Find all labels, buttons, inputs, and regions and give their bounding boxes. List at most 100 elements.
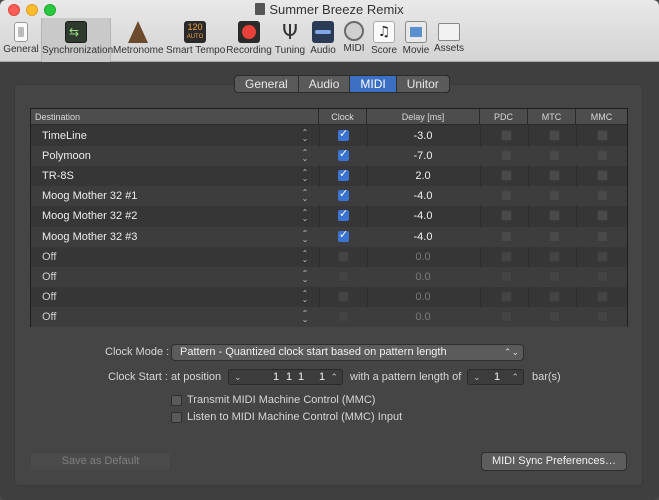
pdc-checkbox[interactable] [501, 310, 512, 322]
destination-popup[interactable]: Moog Mother 32 #2 [42, 206, 137, 226]
destination-arrows-icon[interactable]: ⌃ ⌄ [301, 249, 309, 263]
mmc-checkbox[interactable] [597, 230, 608, 242]
destination-popup[interactable]: TimeLine [42, 126, 87, 146]
clock-checkbox[interactable] [338, 228, 349, 242]
transmit-mmc-checkbox[interactable] [171, 395, 182, 406]
position-tick[interactable]: 1 [319, 370, 325, 384]
delay-value[interactable]: -4.0 [368, 186, 478, 206]
toolbar-general[interactable]: General [2, 18, 40, 62]
delay-value[interactable]: 2.0 [368, 166, 478, 186]
mmc-checkbox[interactable] [597, 290, 608, 302]
destination-arrows-icon[interactable]: ⌃ ⌄ [301, 209, 309, 223]
clock-checkbox[interactable] [338, 310, 349, 322]
destination-popup[interactable]: TR-8S [42, 166, 74, 186]
destination-arrows-icon[interactable]: ⌃ ⌄ [301, 229, 309, 243]
mmc-checkbox[interactable] [597, 170, 608, 182]
mtc-checkbox[interactable] [549, 130, 560, 141]
table-row[interactable]: Moog Mother 32 #2 ⌃⌄ -4.0 [31, 206, 627, 226]
clock-checkbox[interactable] [338, 167, 349, 182]
column-header-destination[interactable]: Destination [31, 109, 319, 125]
column-header-clock[interactable]: Clock [319, 109, 367, 125]
column-header-delay[interactable]: Delay [ms] [367, 109, 480, 125]
clock-mode-popup[interactable]: Pattern - Quantized clock start based on… [171, 344, 524, 361]
mmc-checkbox[interactable] [597, 210, 608, 222]
table-row[interactable]: Off ⌃ ⌄ 0.0 [31, 266, 627, 287]
pdc-checkbox[interactable] [501, 250, 512, 262]
mtc-checkbox[interactable] [549, 150, 560, 162]
destination-popup[interactable]: Moog Mother 32 #3 [42, 227, 137, 247]
destination-popup[interactable]: Off [42, 287, 56, 307]
position-increment-icon[interactable]: ⌃ [330, 370, 338, 384]
table-row[interactable]: Moog Mother 32 #1 ⌃⌄ -4.0 [31, 186, 627, 207]
listen-mmc-checkbox[interactable] [171, 412, 182, 423]
mtc-checkbox[interactable] [549, 170, 560, 182]
save-as-default-button[interactable]: Save as Default [30, 452, 171, 471]
mtc-checkbox[interactable] [549, 310, 560, 322]
mtc-checkbox[interactable] [549, 190, 560, 202]
table-row[interactable]: TimeLine ⌃⌄ -3.0 [31, 126, 627, 146]
clock-checkbox[interactable] [338, 250, 349, 262]
table-row[interactable]: Off ⌃ ⌄ 0.0 [31, 306, 627, 327]
destination-arrows-icon[interactable]: ⌃ ⌄ [301, 309, 309, 323]
mmc-checkbox[interactable] [597, 130, 608, 141]
toolbar-score[interactable]: ♫ Score [370, 18, 398, 62]
clock-checkbox[interactable] [338, 270, 349, 282]
clock-checkbox[interactable] [338, 290, 349, 302]
position-beat[interactable]: 1 [286, 370, 292, 384]
destination-popup[interactable]: Off [42, 247, 56, 267]
mtc-checkbox[interactable] [549, 210, 560, 222]
pdc-checkbox[interactable] [501, 230, 512, 242]
delay-value[interactable]: 0.0 [368, 287, 478, 307]
delay-value[interactable]: -7.0 [368, 146, 478, 166]
table-row[interactable]: Off ⌃ ⌄ 0.0 [31, 287, 627, 307]
pattern-length-decrement-icon[interactable]: ⌄ [473, 370, 481, 384]
table-row[interactable]: Moog Mother 32 #3 ⌃⌄ -4.0 [31, 226, 627, 247]
mmc-checkbox[interactable] [597, 150, 608, 162]
toolbar-metronome[interactable]: Metronome [113, 18, 164, 62]
mmc-checkbox[interactable] [597, 250, 608, 262]
delay-value[interactable]: 0.0 [368, 247, 478, 267]
tab-unitor[interactable]: Unitor [397, 76, 449, 92]
table-row[interactable]: TR-8S ⌃⌄ 2.0 [31, 166, 627, 186]
clock-checkbox[interactable] [338, 187, 349, 202]
mtc-checkbox[interactable] [549, 290, 560, 302]
tab-midi[interactable]: MIDI [350, 76, 397, 92]
clock-checkbox[interactable] [338, 207, 349, 222]
destination-arrows-icon[interactable]: ⌃ ⌄ [301, 269, 309, 283]
position-bar[interactable]: 1 [273, 370, 279, 384]
clock-checkbox[interactable] [338, 147, 349, 162]
pattern-length-field[interactable]: ⌄ 1 ⌃ [467, 369, 524, 385]
pattern-length-increment-icon[interactable]: ⌃ [511, 370, 519, 384]
destination-arrows-icon[interactable]: ⌃ ⌄ [301, 289, 309, 303]
pdc-checkbox[interactable] [501, 290, 512, 302]
destination-arrows-icon[interactable]: ⌃ ⌄ [301, 189, 309, 203]
toolbar-synchronization[interactable]: ⇆ Synchronization [41, 18, 113, 62]
table-row[interactable]: Off ⌃ ⌄ 0.0 [31, 247, 627, 267]
pdc-checkbox[interactable] [501, 270, 512, 282]
mmc-checkbox[interactable] [597, 190, 608, 202]
mmc-checkbox[interactable] [597, 270, 608, 282]
delay-value[interactable]: -4.0 [368, 227, 478, 247]
pdc-checkbox[interactable] [501, 130, 512, 141]
destination-arrows-icon[interactable]: ⌃ ⌄ [301, 169, 309, 183]
destination-popup[interactable]: Off [42, 267, 56, 287]
mtc-checkbox[interactable] [549, 270, 560, 282]
pdc-checkbox[interactable] [501, 150, 512, 162]
column-header-mtc[interactable]: MTC [528, 109, 576, 125]
position-field[interactable]: ⌄ 1 1 1 1 ⌃ [228, 369, 343, 385]
mmc-checkbox[interactable] [597, 310, 608, 322]
pdc-checkbox[interactable] [501, 210, 512, 222]
destination-popup[interactable]: Off [42, 307, 56, 327]
mtc-checkbox[interactable] [549, 230, 560, 242]
position-decrement-icon[interactable]: ⌄ [234, 370, 242, 384]
destination-popup[interactable]: Polymoon [42, 146, 91, 166]
destination-arrows-icon[interactable]: ⌃ ⌄ [301, 129, 309, 143]
toolbar-tuning[interactable]: Ψ Tuning [274, 18, 306, 62]
mtc-checkbox[interactable] [549, 250, 560, 262]
tab-general[interactable]: General [235, 76, 299, 92]
column-header-pdc[interactable]: PDC [480, 109, 528, 125]
destination-popup[interactable]: Moog Mother 32 #1 [42, 186, 137, 206]
delay-value[interactable]: 0.0 [368, 267, 478, 287]
delay-value[interactable]: -4.0 [368, 206, 478, 226]
position-division[interactable]: 1 [298, 370, 304, 384]
